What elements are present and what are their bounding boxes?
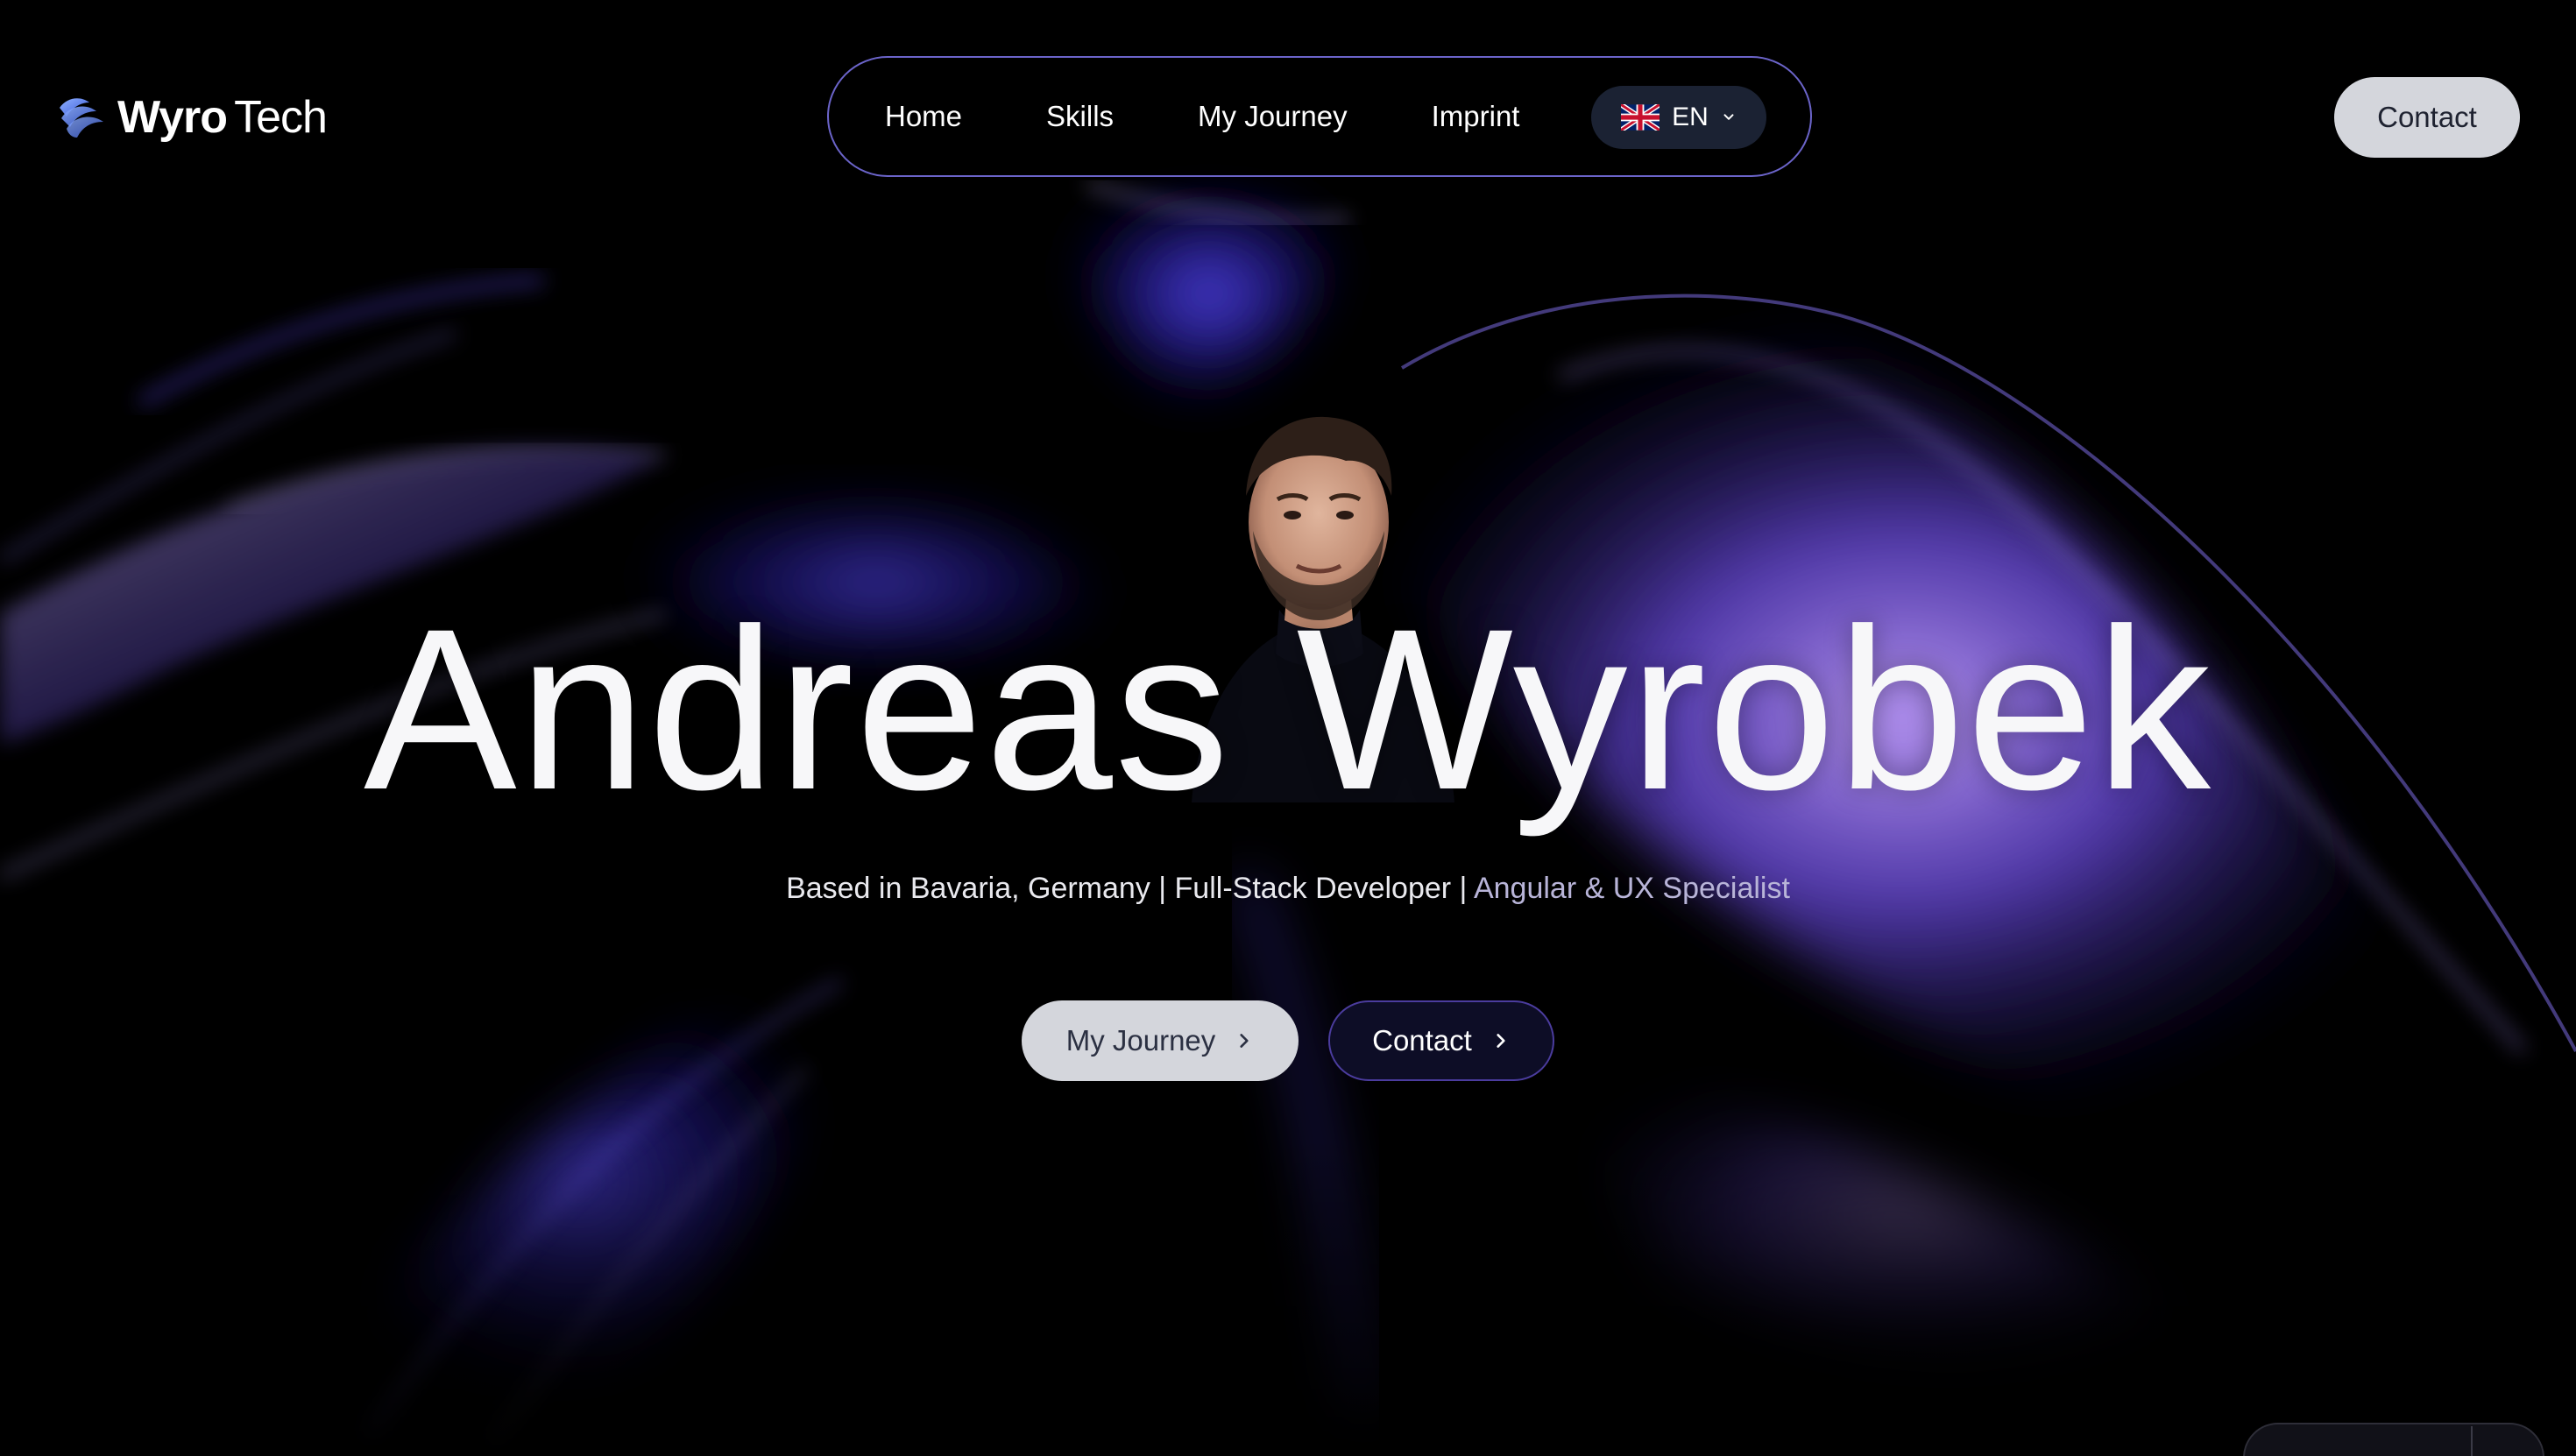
hero-subtitle-accent: Angular & UX Specialist [1473, 872, 1790, 905]
my-journey-button[interactable]: My Journey [1022, 1000, 1299, 1081]
hero-name-heading: Andreas Wyrobek [363, 581, 2212, 838]
chevron-right-icon [1497, 1034, 1505, 1048]
my-journey-button-label: My Journey [1065, 1024, 1216, 1057]
landing-page: Wyro Tech Home Skills My Journey Imprint … [0, 0, 2576, 1456]
nav-item-skills[interactable]: Skills [1046, 100, 1114, 133]
language-selector[interactable]: EN [1591, 86, 1766, 149]
layered-wave-logo-icon [60, 98, 103, 138]
nav-item-home[interactable]: Home [885, 100, 962, 133]
chevron-down-icon [1723, 114, 1734, 120]
brand-name-light: Tech [234, 92, 328, 143]
toolbar-divider [2471, 1426, 2473, 1456]
hero-contact-button[interactable]: Contact [1328, 1000, 1554, 1081]
floating-toolbar[interactable] [2243, 1423, 2544, 1456]
language-code: EN [1672, 102, 1709, 131]
hero-subtitle: Based in Bavaria, Germany | Full-Stack D… [0, 867, 2576, 909]
brand-logo[interactable]: Wyro Tech [54, 88, 328, 147]
header-contact-button[interactable]: Contact [2334, 77, 2520, 158]
hero-subtitle-main: Based in Bavaria, Germany | Full-Stack D… [786, 872, 1468, 905]
main-navigation: Home Skills My Journey Imprint EN [827, 56, 1812, 177]
uk-flag-icon [1621, 104, 1660, 131]
nav-item-imprint[interactable]: Imprint [1432, 100, 1520, 133]
chevron-right-icon [1240, 1034, 1249, 1048]
nav-item-my-journey[interactable]: My Journey [1198, 100, 1348, 133]
brand-name: Wyro Tech [117, 91, 328, 144]
brand-name-strong: Wyro [117, 92, 228, 143]
hero-contact-button-label: Contact [1372, 1024, 1472, 1057]
